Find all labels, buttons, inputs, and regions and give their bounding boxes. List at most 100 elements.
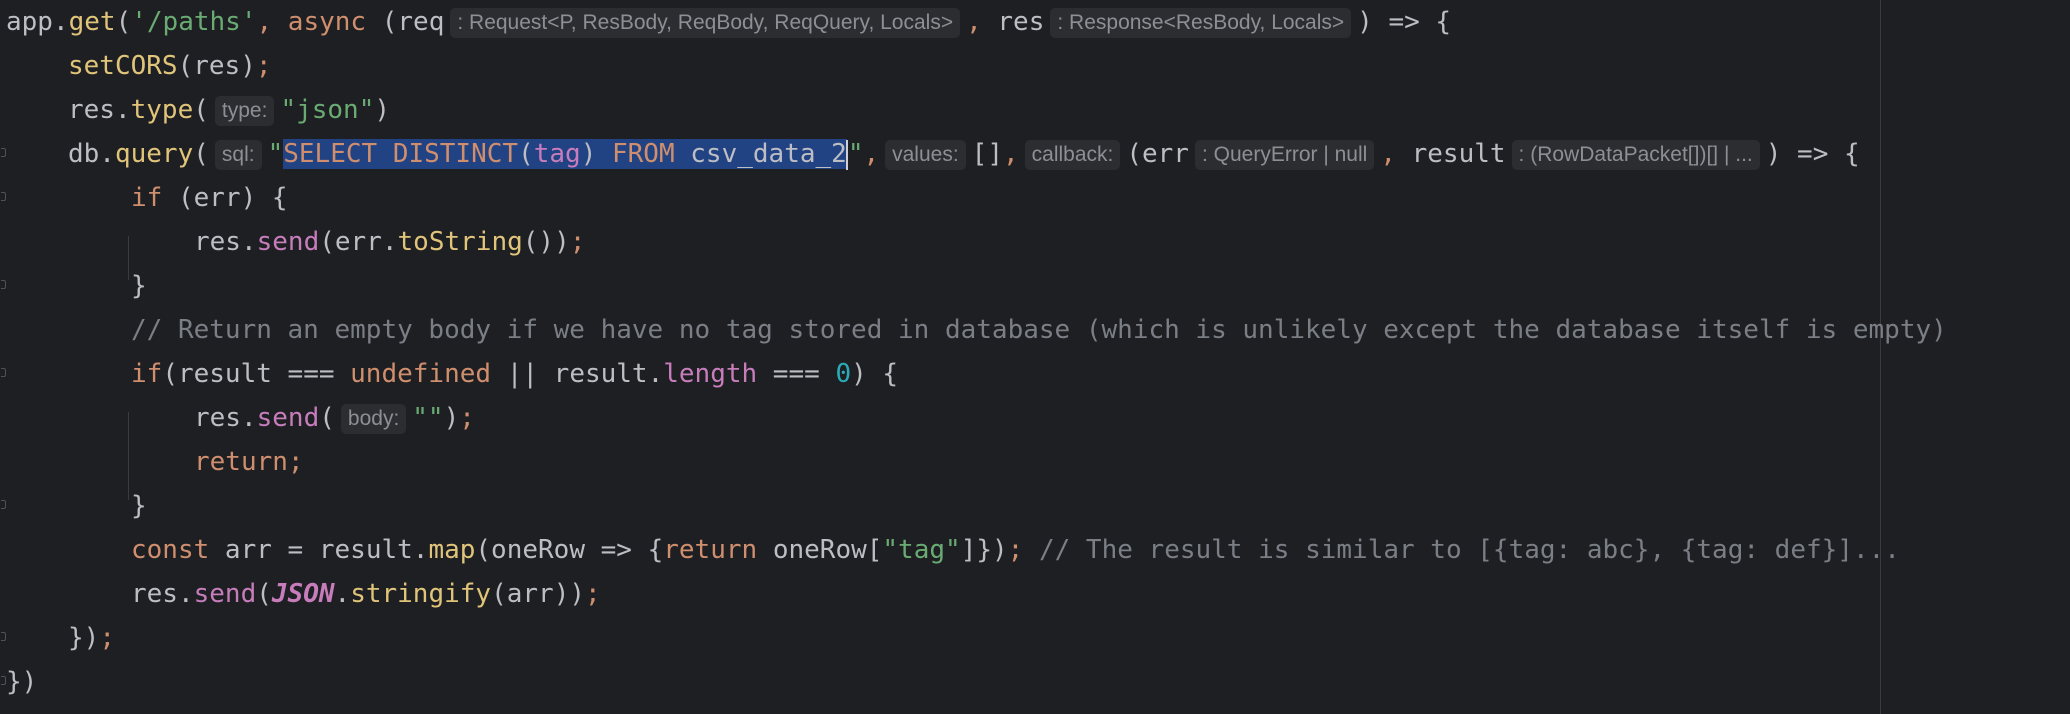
code-line-12[interactable]: } bbox=[6, 484, 147, 528]
code-token: return bbox=[194, 447, 288, 477]
code-token: } bbox=[131, 491, 147, 521]
code-token: ; bbox=[459, 403, 475, 433]
code-token: ; bbox=[99, 623, 115, 653]
code-token: send bbox=[256, 403, 320, 433]
code-token: ]}) bbox=[960, 535, 1008, 565]
selected-code-token: FROM bbox=[612, 139, 675, 169]
code-token: length bbox=[663, 359, 758, 389]
code-token: 0 bbox=[835, 359, 852, 389]
code-line-14[interactable]: res.send(JSON.stringify(arr)); bbox=[6, 572, 601, 616]
code-token: return bbox=[663, 535, 758, 565]
code-token: ( bbox=[193, 139, 209, 169]
code-token: ) { bbox=[851, 359, 899, 389]
code-token: , bbox=[1380, 139, 1412, 169]
inlay-hint: : (RowDataPacket[])[] | ... bbox=[1511, 139, 1760, 170]
code-token: ) bbox=[374, 95, 391, 125]
code-token: , bbox=[256, 7, 288, 37]
code-token: "json" bbox=[280, 95, 375, 125]
code-token: const bbox=[131, 535, 210, 565]
selected-code-token: ( bbox=[518, 139, 534, 169]
inlay-hint: type: bbox=[214, 95, 275, 126]
code-token: oneRow[ bbox=[757, 535, 883, 565]
code-token: [] bbox=[971, 139, 1003, 169]
code-token: send bbox=[256, 227, 320, 257]
code-token: ; bbox=[569, 227, 586, 257]
code-token: ; bbox=[585, 579, 601, 609]
code-token: // Return an empty body if we have no ta… bbox=[131, 315, 1947, 345]
code-token: ( bbox=[193, 95, 209, 125]
code-token: stringify bbox=[350, 579, 492, 609]
code-line-6[interactable]: res.send(err.toString()); bbox=[6, 220, 585, 264]
code-token: , bbox=[966, 7, 998, 37]
code-line-8[interactable]: // Return an empty body if we have no ta… bbox=[6, 308, 1947, 352]
code-token: arr = result. bbox=[209, 535, 429, 565]
code-token: ( bbox=[256, 579, 272, 609]
code-token: undefined bbox=[350, 359, 492, 389]
code-token: ( bbox=[319, 403, 335, 433]
inlay-hint: : Request<P, ResBody, ReqBody, ReqQuery,… bbox=[450, 7, 961, 38]
code-token: map bbox=[428, 535, 476, 565]
code-token: ()) bbox=[522, 227, 570, 257]
code-token: ( bbox=[115, 7, 132, 37]
code-token: } bbox=[131, 271, 147, 301]
code-line-7[interactable]: } bbox=[6, 264, 147, 308]
code-token: ) => { bbox=[1765, 139, 1860, 169]
code-token: res. bbox=[131, 579, 194, 609]
code-token: ) bbox=[443, 403, 460, 433]
code-token: }) bbox=[6, 667, 38, 697]
code-token: === bbox=[757, 359, 836, 389]
code-line-5[interactable]: if (err) { bbox=[6, 176, 288, 220]
code-token: (err. bbox=[319, 227, 398, 257]
code-token: " bbox=[847, 139, 864, 169]
code-token: ; bbox=[1007, 535, 1039, 565]
code-line-3[interactable]: res.type(type: "json") bbox=[6, 88, 390, 132]
code-token: " bbox=[267, 139, 284, 169]
inlay-hint: values: bbox=[885, 139, 966, 170]
selected-code-token: tag bbox=[533, 139, 581, 169]
code-line-4[interactable]: db.query(sql: "SELECT DISTINCT(tag) FROM … bbox=[6, 132, 1860, 176]
code-token: }) bbox=[68, 623, 100, 653]
code-line-10[interactable]: res.send(body: ""); bbox=[6, 396, 475, 440]
code-line-11[interactable]: return; bbox=[6, 440, 304, 484]
selected-code-token: csv_data_2 bbox=[674, 139, 847, 169]
code-token: "" bbox=[412, 403, 444, 433]
code-token: (err) { bbox=[162, 183, 288, 213]
code-token: ) => { bbox=[1357, 7, 1452, 37]
code-token: . bbox=[334, 579, 351, 609]
code-line-13[interactable]: const arr = result.map(oneRow => {return… bbox=[6, 528, 1900, 572]
code-token: if bbox=[131, 359, 163, 389]
inlay-hint: callback: bbox=[1024, 139, 1121, 170]
code-token: get bbox=[68, 7, 116, 37]
code-token: type bbox=[130, 95, 194, 125]
selected-code-token: ) bbox=[580, 139, 612, 169]
code-token: , bbox=[863, 139, 880, 169]
code-token: (res) bbox=[177, 51, 256, 81]
code-token: app. bbox=[6, 7, 69, 37]
code-token: send bbox=[193, 579, 257, 609]
inlay-hint: sql: bbox=[214, 139, 262, 170]
inlay-hint: body: bbox=[340, 403, 407, 434]
code-token: result bbox=[1411, 139, 1506, 169]
code-token: if bbox=[131, 183, 163, 213]
code-token: (err bbox=[1126, 139, 1189, 169]
inlay-hint: : QueryError | null bbox=[1194, 139, 1375, 170]
code-line-15[interactable]: }); bbox=[6, 616, 115, 660]
code-token: res. bbox=[194, 403, 257, 433]
selected-code-token: SELECT DISTINCT bbox=[283, 139, 519, 169]
code-token: JSON bbox=[271, 579, 335, 609]
code-token: ; bbox=[287, 447, 304, 477]
code-token: || result. bbox=[491, 359, 664, 389]
code-token: (req bbox=[366, 7, 445, 37]
code-line-16[interactable]: }) bbox=[6, 660, 37, 704]
code-token: res. bbox=[194, 227, 257, 257]
code-line-9[interactable]: if(result === undefined || result.length… bbox=[6, 352, 898, 396]
code-editor[interactable]: app.get('/paths', async (req: Request<P,… bbox=[0, 0, 2070, 714]
code-token: setCORS bbox=[68, 51, 178, 81]
code-token: toString bbox=[397, 227, 523, 257]
code-token: // The result is similar to [{tag: abc},… bbox=[1038, 535, 1900, 565]
right-margin-guide bbox=[1880, 0, 1881, 714]
code-token: '/paths' bbox=[131, 7, 257, 37]
code-line-1[interactable]: app.get('/paths', async (req: Request<P,… bbox=[6, 0, 1451, 44]
inlay-hint: : Response<ResBody, Locals> bbox=[1050, 7, 1352, 38]
code-line-2[interactable]: setCORS(res); bbox=[6, 44, 272, 88]
